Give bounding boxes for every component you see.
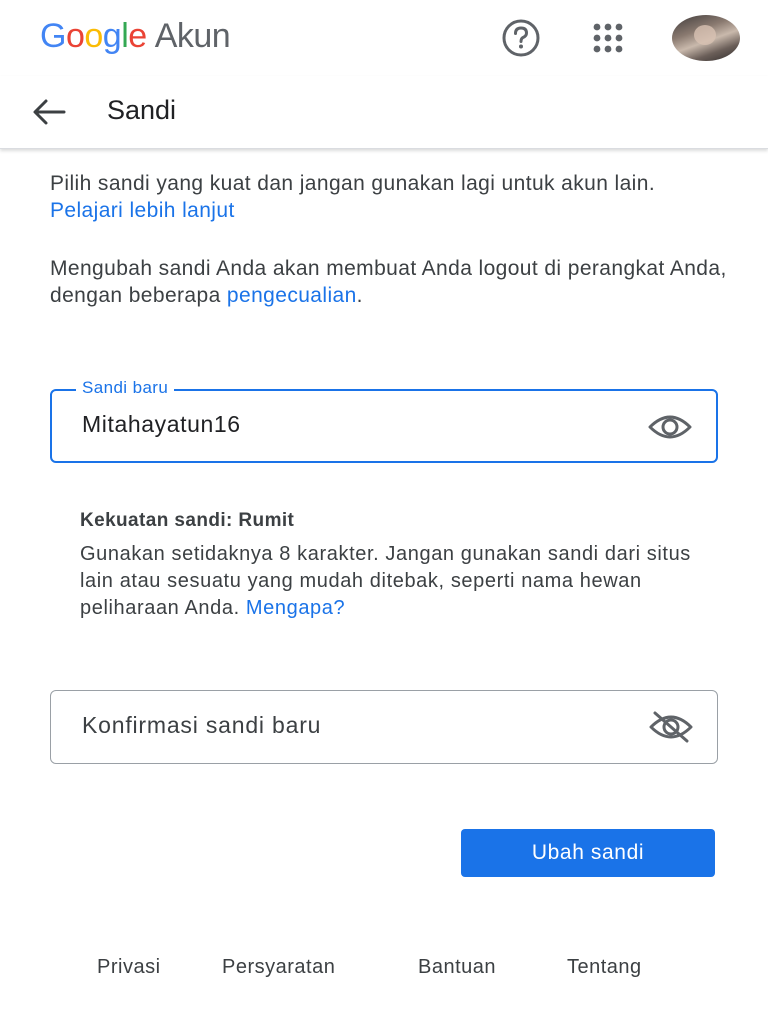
arrow-back-icon[interactable]: [28, 92, 70, 132]
logo-letter: g: [102, 17, 122, 55]
new-password-label: Sandi baru: [76, 378, 175, 398]
confirm-password-field[interactable]: Konfirmasi sandi baru: [50, 690, 718, 764]
apps-grid-icon[interactable]: [588, 18, 628, 58]
notice-suffix: .: [356, 284, 363, 307]
footer-terms-link[interactable]: Persyaratan: [222, 956, 335, 979]
avatar[interactable]: [672, 15, 740, 61]
eye-icon[interactable]: [646, 408, 694, 446]
why-link[interactable]: Mengapa?: [246, 597, 345, 619]
exceptions-link[interactable]: pengecualian: [227, 284, 357, 307]
confirm-password-input[interactable]: Konfirmasi sandi baru: [82, 712, 321, 739]
product-name: Akun: [154, 17, 231, 55]
logout-notice: Mengubah sandi Anda akan membuat Anda lo…: [50, 255, 730, 309]
logo-letter: o: [84, 17, 103, 55]
footer-privacy-link[interactable]: Privasi: [97, 956, 161, 979]
page-title: Sandi: [107, 95, 177, 125]
strength-title: Kekuatan sandi: Rumit: [80, 510, 295, 531]
learn-more-link[interactable]: Pelajari lebih lanjut: [50, 199, 235, 222]
footer-about-link[interactable]: Tentang: [567, 956, 642, 979]
strength-hint: Gunakan setidaknya 8 karakter. Jangan gu…: [80, 541, 730, 622]
help-icon[interactable]: [501, 18, 541, 58]
top-app-bar: Google Akun: [0, 0, 768, 76]
eye-off-icon[interactable]: [647, 708, 695, 746]
google-account-logo[interactable]: Google Akun: [40, 14, 231, 58]
notice-body: Mengubah sandi Anda akan membuat Anda lo…: [50, 257, 727, 307]
intro-body: Pilih sandi yang kuat dan jangan gunakan…: [50, 172, 656, 195]
logo-letter: e: [128, 17, 147, 55]
page-header: Sandi: [0, 76, 768, 149]
logo-letter: o: [65, 17, 85, 55]
footer-help-link[interactable]: Bantuan: [418, 956, 496, 979]
new-password-input[interactable]: Mitahayatun16: [82, 411, 241, 438]
new-password-field[interactable]: Sandi baru Mitahayatun16: [50, 378, 718, 463]
strength-hint-body: Gunakan setidaknya 8 karakter. Jangan gu…: [80, 543, 691, 619]
logo-letter: G: [40, 17, 66, 55]
change-password-button[interactable]: Ubah sandi: [461, 829, 715, 877]
password-strength: Kekuatan sandi: Rumit Gunakan setidaknya…: [80, 510, 730, 622]
intro-text: Pilih sandi yang kuat dan jangan gunakan…: [50, 170, 730, 224]
